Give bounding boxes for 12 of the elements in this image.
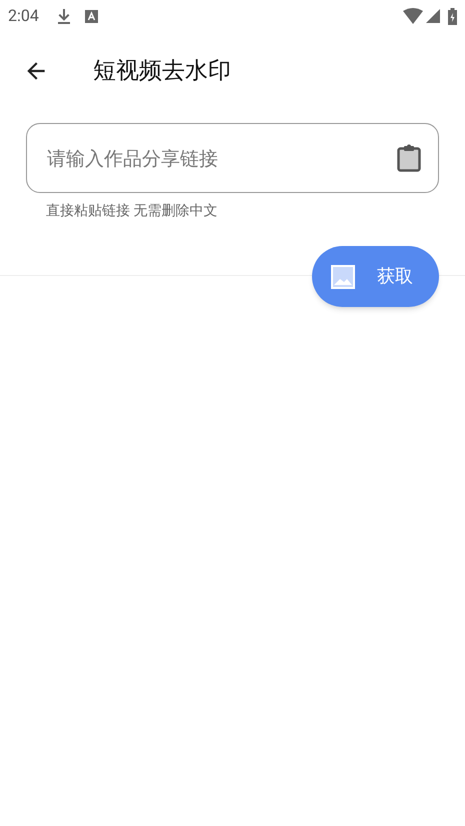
text-box-icon (84, 10, 98, 22)
link-input-field[interactable]: 请输入作品分享链接 (26, 123, 439, 193)
image-icon (331, 264, 355, 288)
page-title: 短视频去水印 (93, 56, 231, 86)
helper-text: 直接粘贴链接 无需删除中文 (46, 202, 218, 221)
download-icon (56, 8, 71, 24)
battery-icon (448, 8, 457, 24)
clipboard-paste-button[interactable] (395, 143, 423, 173)
wifi-icon (403, 8, 423, 24)
signal-icon (426, 9, 440, 23)
fetch-button[interactable]: 获取 (312, 246, 439, 307)
status-time: 2:04 (8, 5, 39, 27)
